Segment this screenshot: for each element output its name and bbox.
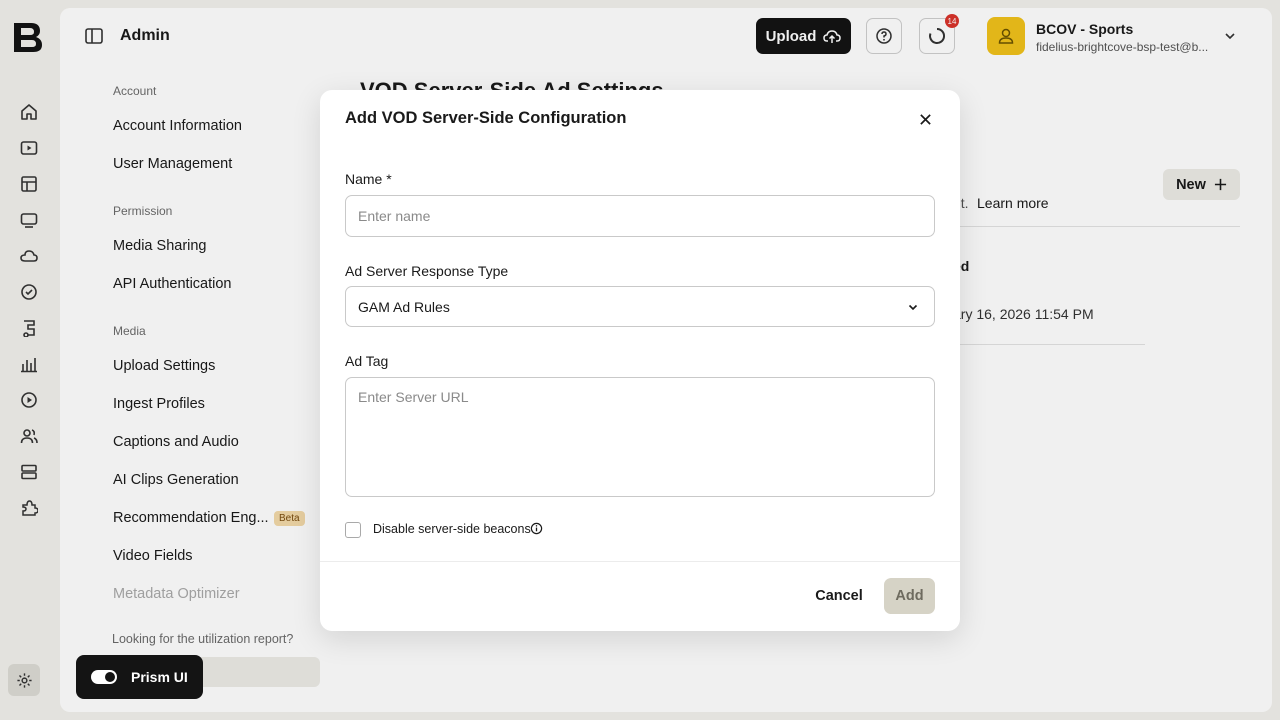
chevron-down-icon (908, 304, 918, 311)
cancel-button[interactable]: Cancel (808, 578, 870, 614)
ad-tag-label: Ad Tag (345, 353, 389, 369)
disable-beacons-checkbox[interactable] (345, 522, 361, 538)
response-type-value: GAM Ad Rules (358, 298, 450, 315)
toggle-switch[interactable] (91, 670, 117, 684)
prism-ui-toggle[interactable]: Prism UI (76, 655, 203, 699)
close-button[interactable] (914, 108, 936, 130)
dialog-footer-divider (320, 561, 960, 562)
response-type-label: Ad Server Response Type (345, 263, 509, 279)
name-input[interactable] (345, 195, 935, 237)
prism-ui-label: Prism UI (131, 669, 188, 685)
ad-tag-textarea[interactable] (345, 377, 935, 497)
close-icon (919, 113, 931, 125)
dialog-title: Add VOD Server-Side Configuration (345, 109, 627, 127)
disable-beacons-label[interactable]: Disable server-side beacons (373, 522, 531, 536)
name-label: Name * (345, 171, 392, 187)
add-configuration-dialog: Add VOD Server-Side Configuration Name *… (320, 90, 960, 631)
response-type-select[interactable]: GAM Ad Rules (345, 286, 935, 327)
add-button[interactable]: Add (884, 578, 935, 614)
info-icon[interactable] (530, 522, 544, 536)
